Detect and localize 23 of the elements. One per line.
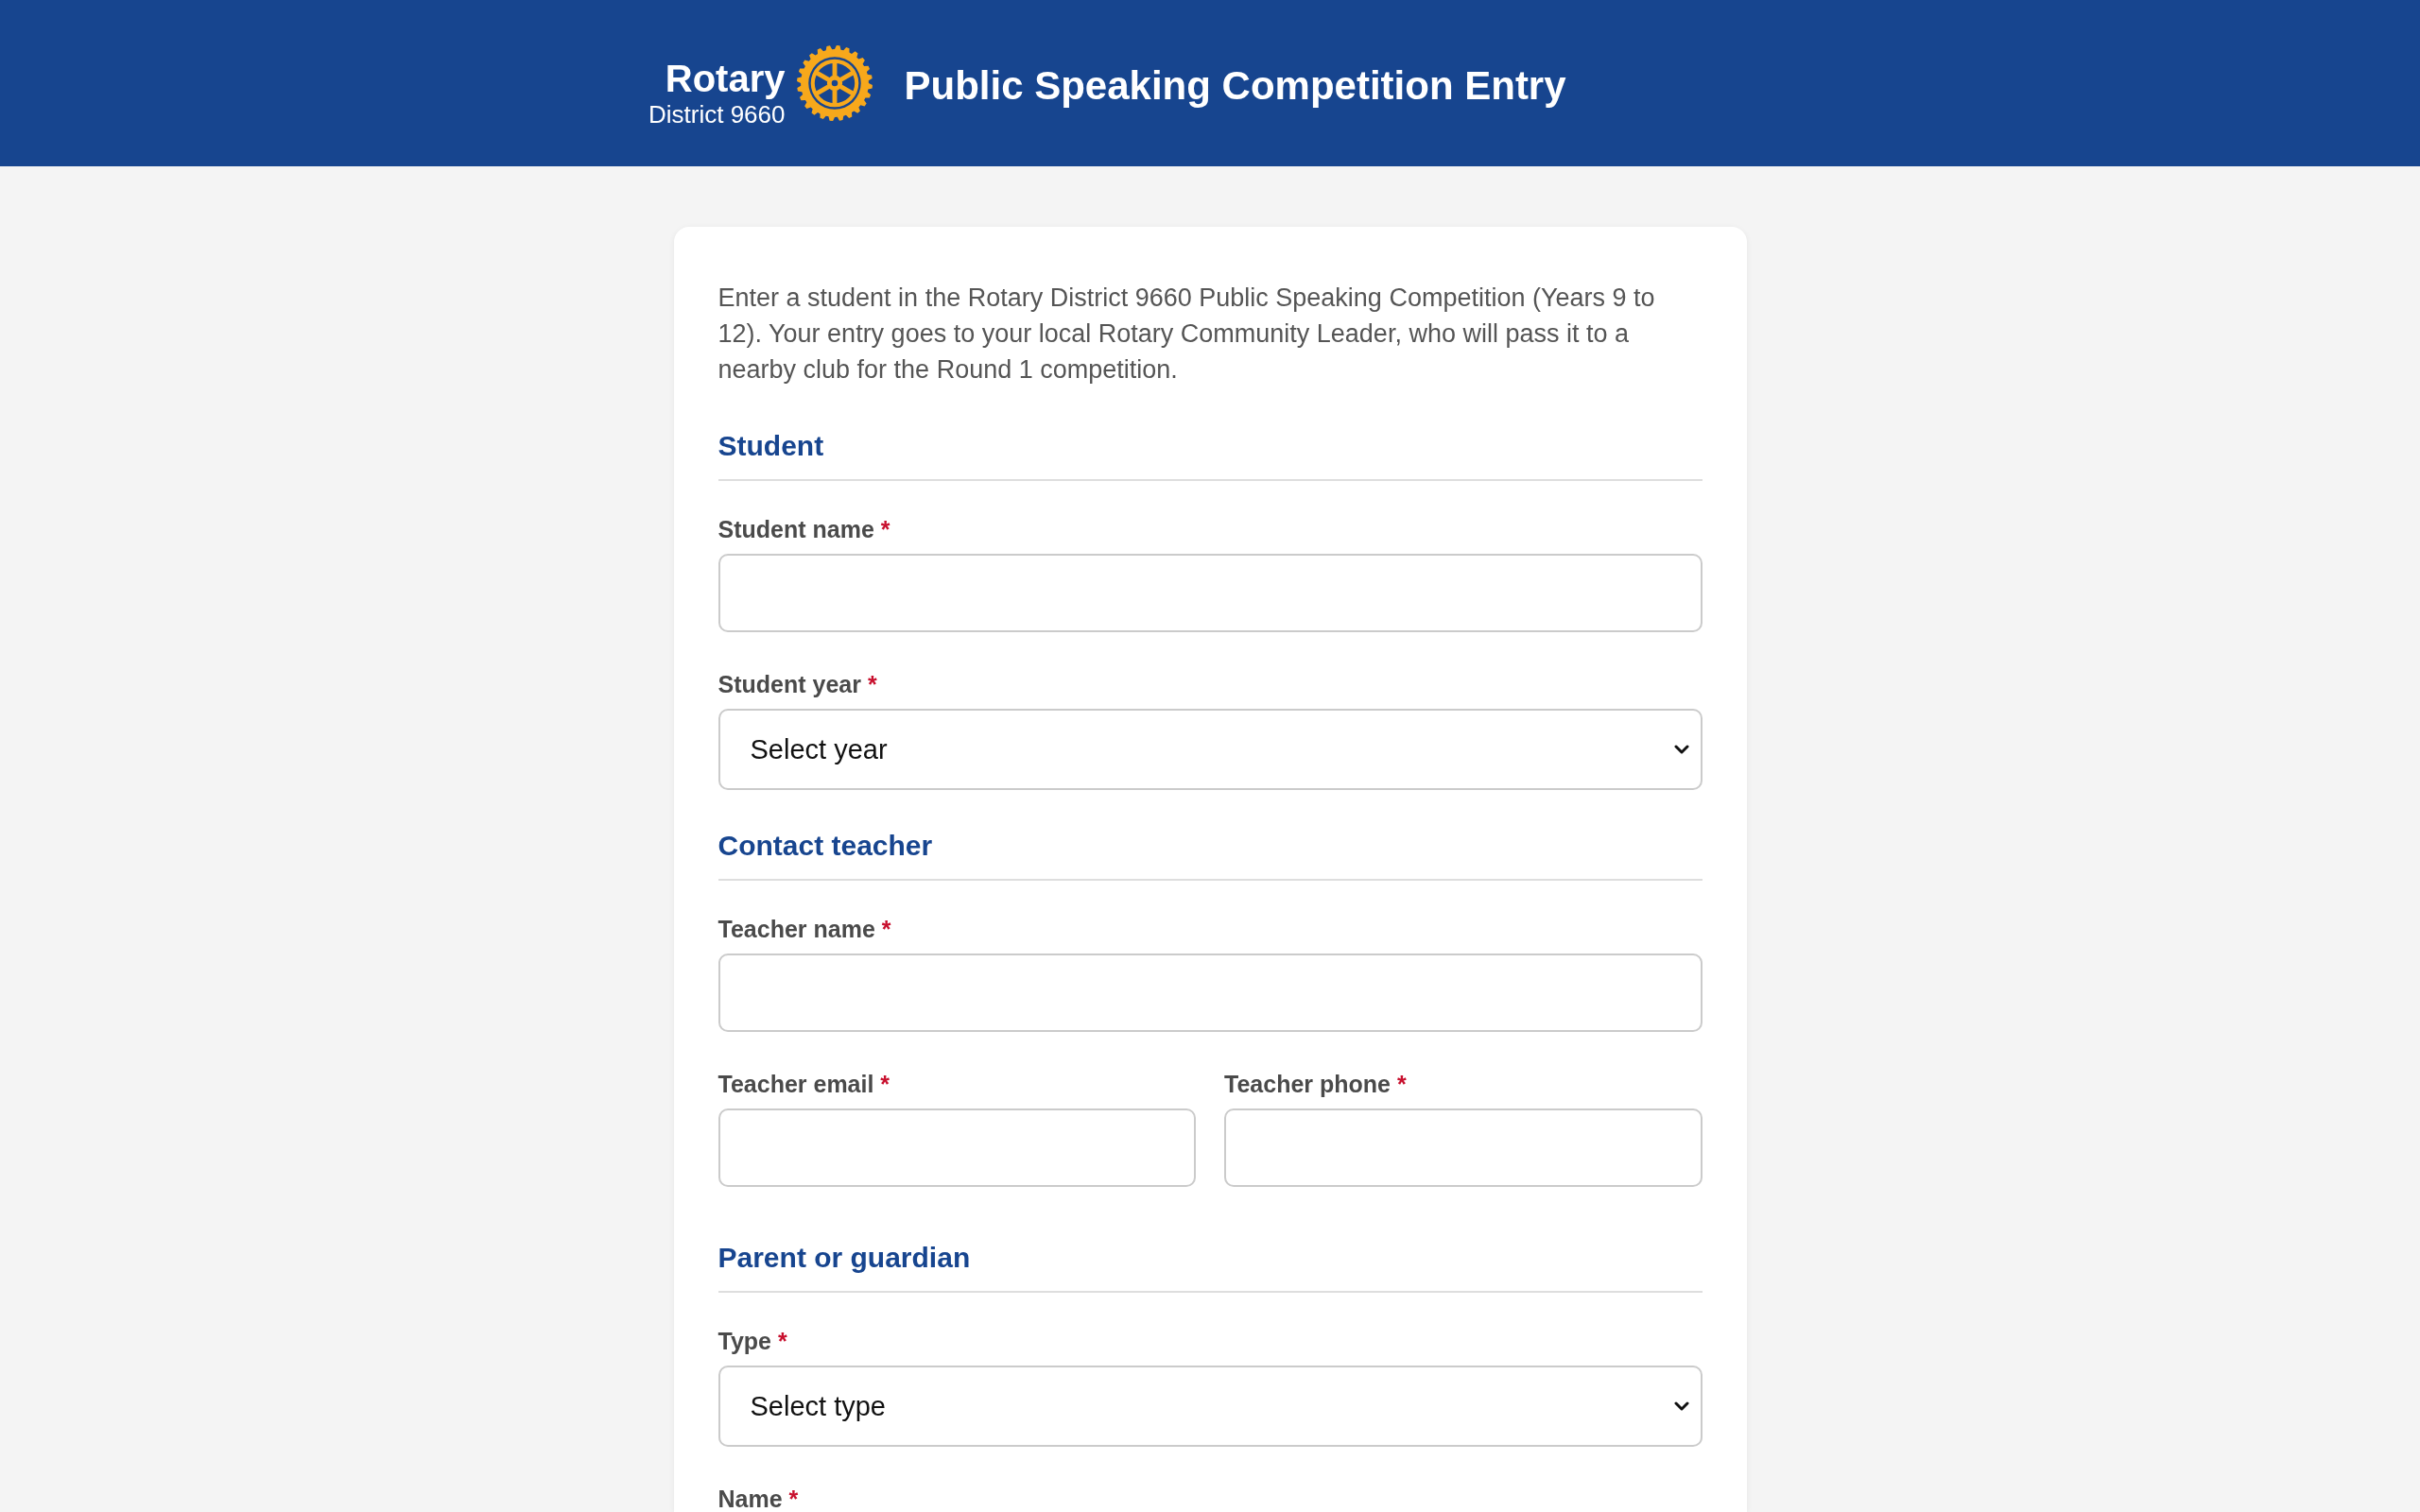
gear-wheel-icon bbox=[796, 45, 873, 121]
field-label: Teacher phone * bbox=[1224, 1072, 1407, 1096]
logo-wordmark: Rotary bbox=[665, 59, 786, 98]
section-heading: Student bbox=[717, 429, 825, 463]
intro-text: Enter a student in the Rotary District 9660 Public Speaking Competition (Years 9 to 12). Your entry goes to your local Rotary Community Leader, who will pass it to a nearby club for the Round 1 competition. bbox=[717, 283, 1656, 386]
field-label: Student year * bbox=[717, 672, 877, 696]
select-dropdown[interactable]: Select type bbox=[717, 1366, 1703, 1447]
input-field[interactable] bbox=[1224, 1108, 1703, 1187]
input-field[interactable] bbox=[717, 954, 1703, 1032]
logo-subtitle: District 9660 bbox=[648, 100, 786, 129]
page-title: Public Speaking Competition Entry bbox=[904, 62, 1566, 110]
input-field[interactable] bbox=[717, 554, 1703, 632]
chevron-down-icon bbox=[1673, 745, 1689, 754]
field-label: Teacher name * bbox=[717, 917, 891, 941]
field-label: Name * bbox=[717, 1486, 799, 1511]
field-label: Type * bbox=[717, 1329, 787, 1353]
chevron-down-icon bbox=[1673, 1401, 1689, 1411]
section-heading: Parent or guardian bbox=[717, 1241, 972, 1275]
section-heading: Contact teacher bbox=[717, 829, 934, 863]
input-field[interactable] bbox=[717, 1108, 1196, 1187]
field-label: Teacher email * bbox=[717, 1072, 890, 1096]
field-label: Student name * bbox=[717, 517, 890, 541]
select-dropdown[interactable]: Select year bbox=[717, 709, 1703, 790]
